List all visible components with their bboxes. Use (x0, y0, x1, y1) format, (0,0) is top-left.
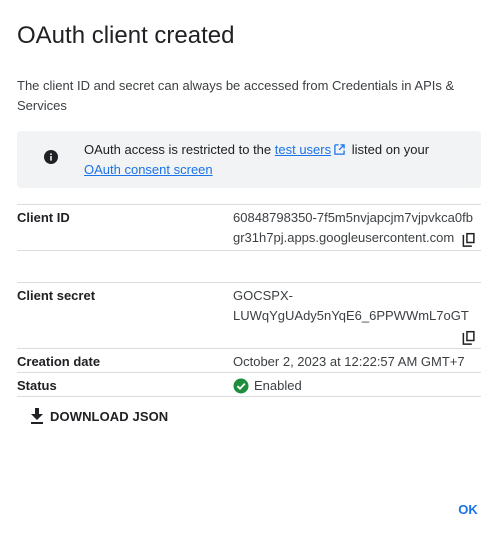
notice-text-before: OAuth access is restricted to the (84, 142, 272, 157)
copy-client-secret-icon[interactable] (462, 330, 476, 345)
client-secret-label: Client secret (17, 288, 96, 303)
info-icon (44, 150, 58, 164)
divider (17, 282, 481, 283)
client-id-label: Client ID (17, 210, 70, 225)
download-icon (31, 408, 43, 424)
copy-client-id-icon[interactable] (462, 232, 476, 247)
client-secret-value-line1: GOCSPX- (233, 288, 293, 303)
dialog-description: The client ID and secret can always be a… (17, 78, 455, 113)
external-link-icon (334, 144, 345, 155)
status-label: Status (17, 378, 57, 393)
status-text: Enabled (254, 378, 302, 393)
client-id-value-line1: 60848798350-7f5m5nvjapcjm7vjpvkca0fb (233, 210, 473, 225)
divider (17, 250, 481, 251)
oauth-client-created-dialog: OAuth client created The client ID and s… (0, 0, 498, 539)
divider (17, 396, 481, 397)
notice-text-middle: listed on your (351, 142, 430, 157)
divider (17, 372, 481, 373)
download-json-button[interactable]: DOWNLOAD JSON (24, 402, 174, 430)
client-id-value-line2: gr31h7pj.apps.googleusercontent.com (233, 230, 455, 245)
check-circle-icon (233, 378, 249, 394)
notice-text: OAuth access is restricted to the test u… (84, 140, 464, 180)
divider (17, 204, 481, 205)
test-users-link[interactable]: test users (275, 142, 331, 157)
divider (17, 348, 481, 349)
client-secret-value-line2: LUWqYgUAdy5nYqE6_6PPWWmL7oGT (233, 308, 469, 323)
status-value: Enabled (233, 376, 302, 396)
creation-date-value: October 2, 2023 at 12:22:57 AM GMT+7 (233, 354, 465, 369)
oauth-consent-screen-link[interactable]: OAuth consent screen (84, 162, 213, 177)
ok-button[interactable]: OK (451, 498, 485, 522)
creation-date-label: Creation date (17, 354, 101, 369)
download-json-label: DOWNLOAD JSON (50, 408, 169, 424)
test-users-notice: OAuth access is restricted to the test u… (17, 131, 481, 188)
dialog-title: OAuth client created (17, 22, 235, 49)
